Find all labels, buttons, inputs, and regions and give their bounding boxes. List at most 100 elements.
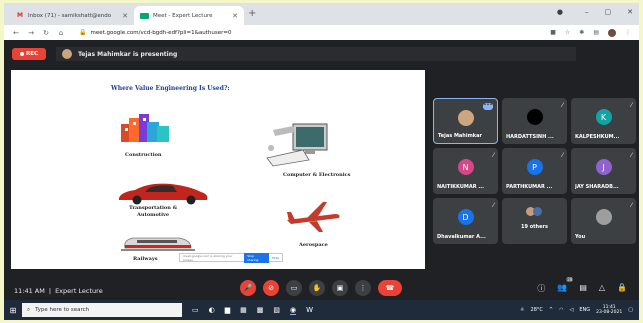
browser-tab-strip: M Inbox (71) - samikshatt@endo ✕ Meet - … [4, 3, 639, 25]
tab-gmail[interactable]: M Inbox (71) - samikshatt@endo ✕ [10, 6, 134, 25]
label-construction: Construction [125, 152, 162, 158]
participant-name: You [575, 234, 586, 240]
tab-meet[interactable]: Meet - Expert Lecture ✕ [134, 6, 244, 25]
chat-icon[interactable]: ▤ [579, 283, 587, 294]
taskbar-apps: ▭ ◐ ▆ ▦ ▩ ▧ ◉ W [192, 306, 313, 315]
reload-icon[interactable]: ↻ [40, 29, 52, 37]
others-avatar [532, 207, 542, 216]
account-icon[interactable]: ● [557, 8, 563, 16]
task-view-icon[interactable]: ▭ [192, 306, 199, 315]
browser-toolbar: ← → ↻ ⌂ 🔒 meet.google.com/vcd-bgdh-edf?p… [4, 25, 639, 40]
lock-icon: 🔒 [79, 29, 87, 36]
url-text: meet.google.com/vcd-bgdh-edf?pli=1&authu… [90, 29, 232, 36]
participant-name: Dhavalkumar A... [437, 234, 486, 240]
presenting-text: Tejas Mahimkar is presenting [78, 50, 178, 58]
participant-tile[interactable]: ••• Tejas Mahimkar [433, 98, 498, 144]
participant-avatar: P [526, 159, 543, 175]
close-window-button[interactable]: ✕ [627, 8, 633, 16]
close-tab-icon[interactable]: ✕ [122, 12, 128, 20]
address-bar[interactable]: 🔒 meet.google.com/vcd-bgdh-edf?pli=1&aut… [75, 27, 505, 38]
others-avatars [525, 207, 542, 216]
volume-icon[interactable]: ◁ [569, 307, 573, 313]
window-controls: ● – ▢ ✕ [557, 8, 633, 16]
slide-title: Where Value Engineering Is Used?: [111, 85, 230, 92]
participant-name: 19 others [521, 224, 548, 230]
language[interactable]: ENG [579, 307, 590, 313]
people-button[interactable]: 👥 28 [557, 277, 574, 294]
camera-toggle-button[interactable]: ⊘ [263, 280, 279, 296]
menu-icon[interactable]: ⋮ [625, 29, 631, 36]
participant-name: Tejas Mahimkar [438, 133, 482, 139]
gmail-icon: M [17, 12, 23, 19]
raise-hand-button[interactable]: ✋ [309, 280, 325, 296]
participant-tile-self[interactable]: ⁄ You [571, 198, 636, 244]
maximize-button[interactable]: ▢ [605, 8, 612, 16]
taskbar-clock[interactable]: 11:41 23-08-2021 [596, 305, 622, 316]
search-placeholder: Type here to search [35, 307, 90, 313]
network-icon[interactable]: ◠ [559, 307, 563, 313]
file-explorer-icon[interactable]: ▆ [225, 306, 230, 315]
minimize-button[interactable]: – [585, 8, 589, 16]
participant-tile[interactable]: ⁄ HARDATTSINH ... [502, 98, 567, 144]
star-icon[interactable]: ☆ [565, 29, 570, 36]
camera-icon[interactable]: ■ [550, 29, 556, 36]
bookmark-icon[interactable]: ▤ [593, 29, 599, 36]
end-call-button[interactable]: ☎ [378, 280, 402, 296]
edge-icon[interactable]: ◐ [209, 306, 215, 315]
participant-name: NAITIKKUMAR ... [437, 184, 485, 190]
nav-buttons: ← → ↻ ⌂ [10, 29, 67, 37]
construction-image [121, 114, 169, 142]
store-icon[interactable]: ▦ [240, 306, 247, 315]
more-options-button[interactable]: ⋮ [355, 280, 371, 296]
mic-off-icon: ⁄ [561, 152, 563, 159]
close-tab-icon[interactable]: ✕ [232, 12, 238, 20]
participant-tile[interactable]: ⁄ K KALPESHKUM... [571, 98, 636, 144]
participant-avatar: J [595, 159, 612, 175]
participant-tile-others[interactable]: 19 others [502, 198, 567, 244]
weather-temp: 28°C [530, 307, 543, 313]
app-icon[interactable]: ▧ [273, 306, 280, 315]
windows-taskbar: ⊞ ⌕ Type here to search ▭ ◐ ▆ ▦ ▩ ▧ ◉ W … [4, 300, 639, 320]
call-controls: 🎤 ⊘ ▭ ✋ ▣ ⋮ ☎ [240, 280, 402, 296]
weather-icon[interactable]: ☼ [520, 307, 524, 313]
lock-icon[interactable]: 🔒 [617, 283, 627, 294]
home-icon[interactable]: ⌂ [55, 29, 67, 37]
meet-icon [140, 12, 149, 19]
forward-icon[interactable]: → [25, 29, 37, 37]
meeting-separator: | [48, 287, 52, 295]
new-tab-button[interactable]: + [248, 8, 256, 19]
tab-title: Meet - Expert Lecture [153, 12, 213, 19]
airplane-image [287, 202, 340, 232]
participant-name: HARDATTSINH ... [506, 134, 554, 140]
chrome-icon[interactable]: ◉ [290, 306, 297, 315]
windows-start-icon[interactable]: ⊞ [4, 306, 22, 315]
captions-button[interactable]: ▭ [286, 280, 302, 296]
mic-off-icon: ⁄ [561, 102, 563, 109]
participant-tile[interactable]: ⁄ P PARTHKUMAR ... [502, 148, 567, 194]
label-railways: Railways [133, 256, 158, 262]
notifications-icon[interactable]: ▢ [628, 307, 633, 313]
back-icon[interactable]: ← [10, 29, 22, 37]
car-image [119, 183, 208, 205]
excel-icon[interactable]: ▩ [257, 306, 264, 315]
tray-chevron-icon[interactable]: ^ [549, 307, 553, 313]
profile-avatar[interactable] [608, 28, 616, 37]
taskbar-search[interactable]: ⌕ Type here to search [22, 303, 182, 317]
mic-off-icon: ⁄ [630, 202, 632, 209]
activities-icon[interactable]: △ [599, 283, 605, 294]
participant-tile[interactable]: ⁄ J JAY SHARADB... [571, 148, 636, 194]
extensions-icon[interactable]: ✱ [579, 29, 584, 36]
word-icon[interactable]: W [306, 306, 313, 315]
people-icon: 👥 [557, 283, 568, 292]
info-icon[interactable]: ⓘ [537, 283, 545, 294]
participant-avatar: D [457, 209, 474, 225]
participant-tile[interactable]: ⁄ N NAITIKKUMAR ... [433, 148, 498, 194]
participant-name: PARTHKUMAR ... [506, 184, 553, 190]
stop-sharing-button[interactable]: Stop sharing [244, 252, 270, 263]
present-button[interactable]: ▣ [332, 280, 348, 296]
hide-button[interactable]: Hide [269, 256, 282, 260]
participant-tile[interactable]: ⁄ D Dhavalkumar A... [433, 198, 498, 244]
meeting-info: 11:41 AM | Expert Lecture [14, 287, 103, 295]
more-options-icon[interactable]: ••• [483, 103, 493, 110]
mic-toggle-button[interactable]: 🎤 [240, 280, 256, 296]
